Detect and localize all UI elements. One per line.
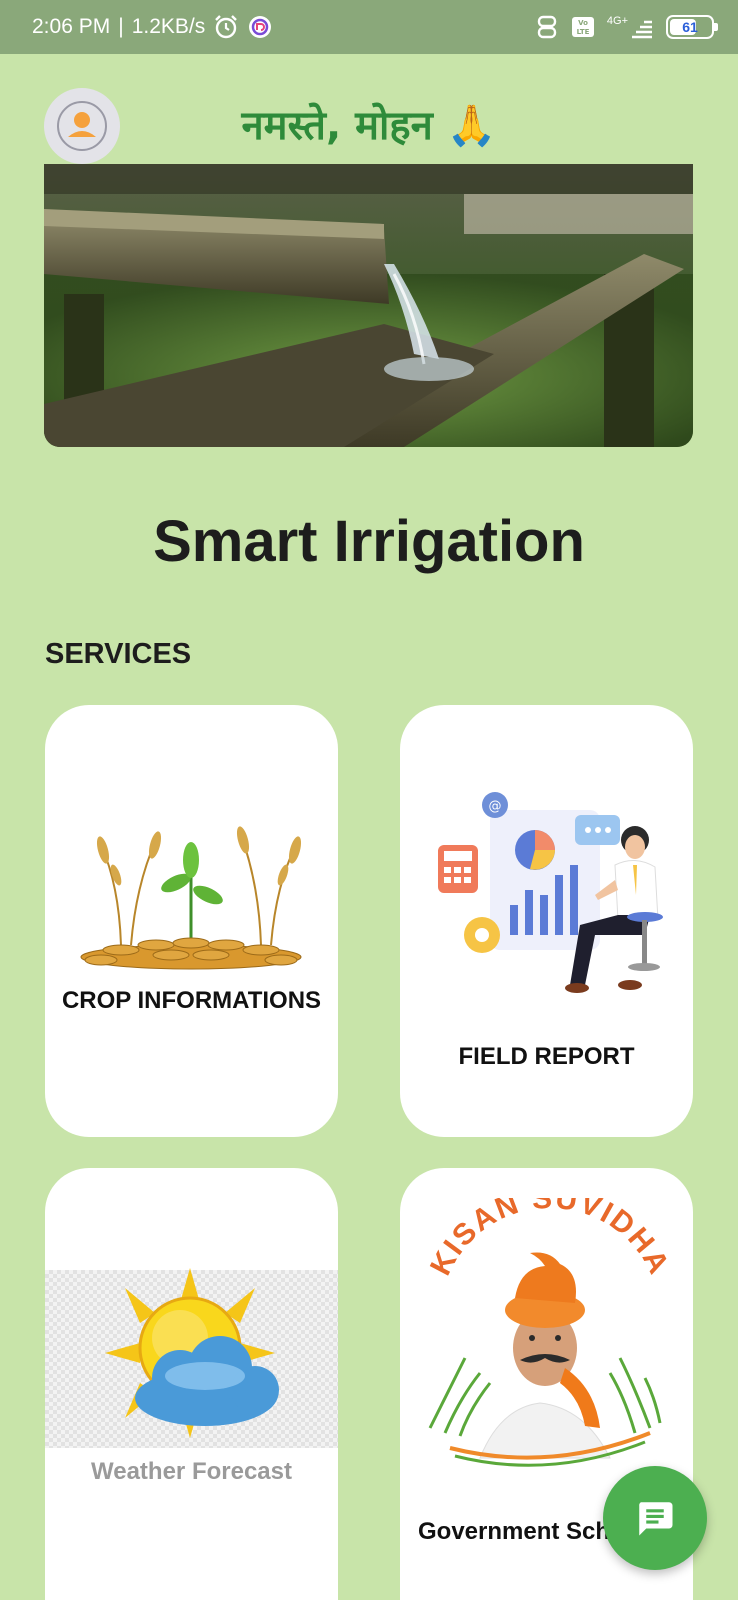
services-heading: SERVICES xyxy=(45,638,192,670)
battery-indicator: 61 xyxy=(666,15,718,39)
crop-coins-icon xyxy=(80,826,302,970)
alarm-icon xyxy=(215,15,238,39)
battery-level: 61 xyxy=(682,19,698,35)
status-time: 2:06 PM xyxy=(32,15,111,38)
chat-icon xyxy=(639,1502,673,1536)
kisan-suvidha-logo: KISAN SUVIDHA xyxy=(424,1198,674,1467)
app-notification-icon xyxy=(249,16,272,38)
greeting-text: नमस्ते, मोहन 🙏 xyxy=(241,103,497,149)
volte-icon: Vo LTE xyxy=(571,17,594,37)
crop-informations-card[interactable]: CROP INFORMATIONS xyxy=(45,705,338,1137)
chat-fab-button[interactable] xyxy=(603,1466,707,1570)
status-separator: | xyxy=(118,15,124,38)
sun-cloud-icon xyxy=(105,1268,279,1438)
weather-forecast-card[interactable]: Weather Forecast xyxy=(45,1168,338,1600)
status-network-speed: 1.2KB/s xyxy=(131,15,206,38)
data-saver-icon xyxy=(537,15,557,39)
svg-text:@: @ xyxy=(489,799,502,814)
app-title: Smart Irrigation xyxy=(153,509,585,574)
signal-icon xyxy=(632,20,652,39)
report-chart-icon: @ xyxy=(438,792,663,993)
irrigation-hero-image xyxy=(44,164,693,447)
weather-forecast-label: Weather Forecast xyxy=(91,1458,292,1485)
svg-text:Vo: Vo xyxy=(578,19,588,27)
network-type: 4G+ xyxy=(606,15,628,27)
svg-text:LTE: LTE xyxy=(576,28,589,36)
field-report-label: FIELD REPORT xyxy=(458,1043,635,1070)
status-bar: 2:06 PM | 1.2KB/s Vo LTE 4G+ 61 xyxy=(0,0,738,54)
crop-informations-label: CROP INFORMATIONS xyxy=(61,987,322,1014)
field-report-card[interactable]: @ FIELD REPORT xyxy=(400,705,693,1137)
